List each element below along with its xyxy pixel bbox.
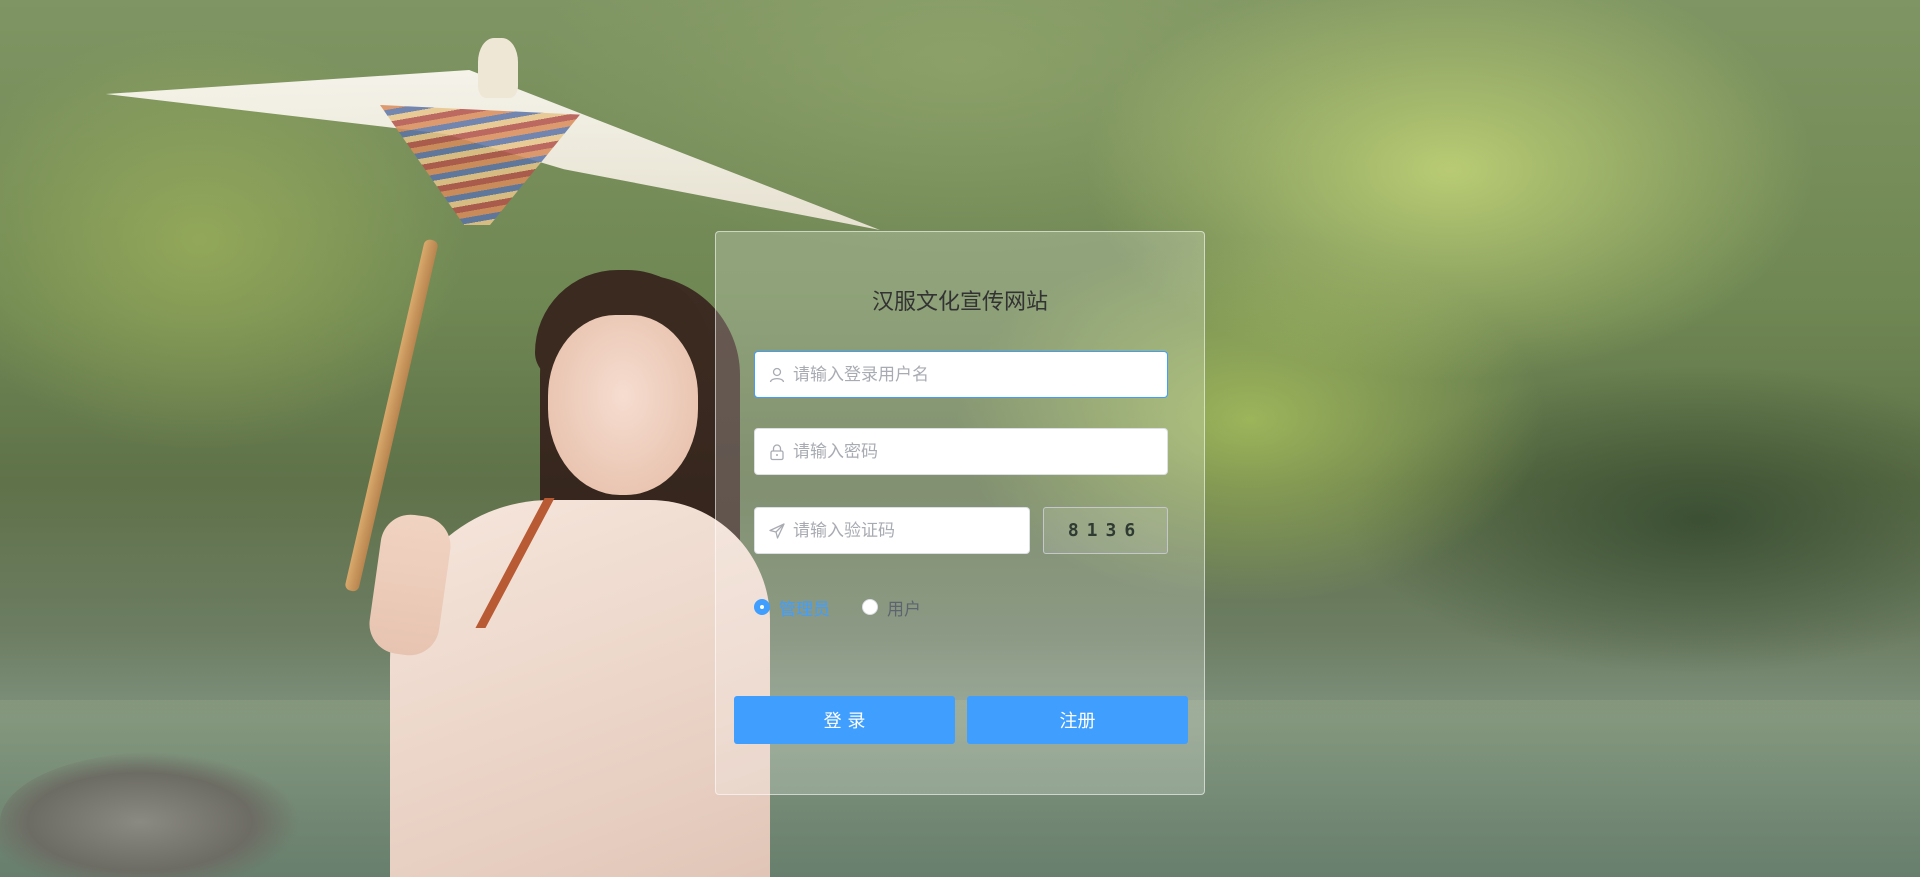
role-radio-admin[interactable]: 管理员 <box>754 595 830 620</box>
role-label-admin: 管理员 <box>779 599 830 620</box>
password-field[interactable] <box>754 428 1168 475</box>
password-input[interactable] <box>793 429 1155 474</box>
captcha-field[interactable] <box>754 507 1030 554</box>
username-field[interactable] <box>754 351 1168 398</box>
role-radio-group: 管理员 用户 <box>754 595 953 620</box>
user-icon <box>768 366 786 384</box>
radio-checked-icon <box>754 599 770 615</box>
radio-unchecked-icon <box>862 599 878 615</box>
role-radio-user[interactable]: 用户 <box>862 595 921 620</box>
lock-icon <box>768 443 786 461</box>
figure-face <box>548 315 698 495</box>
page-title: 汉服文化宣传网站 <box>871 290 1048 315</box>
register-button[interactable]: 注册 <box>967 696 1188 744</box>
send-icon <box>768 522 786 540</box>
role-label-user: 用户 <box>887 599 921 620</box>
captcha-image[interactable]: 8136 <box>1043 507 1168 554</box>
username-input[interactable] <box>793 352 1155 397</box>
captcha-input[interactable] <box>793 508 1017 553</box>
login-button[interactable]: 登 录 <box>734 696 955 744</box>
login-card: 汉服文化宣传网站 8136 <box>715 231 1205 795</box>
umbrella-top <box>478 38 518 98</box>
